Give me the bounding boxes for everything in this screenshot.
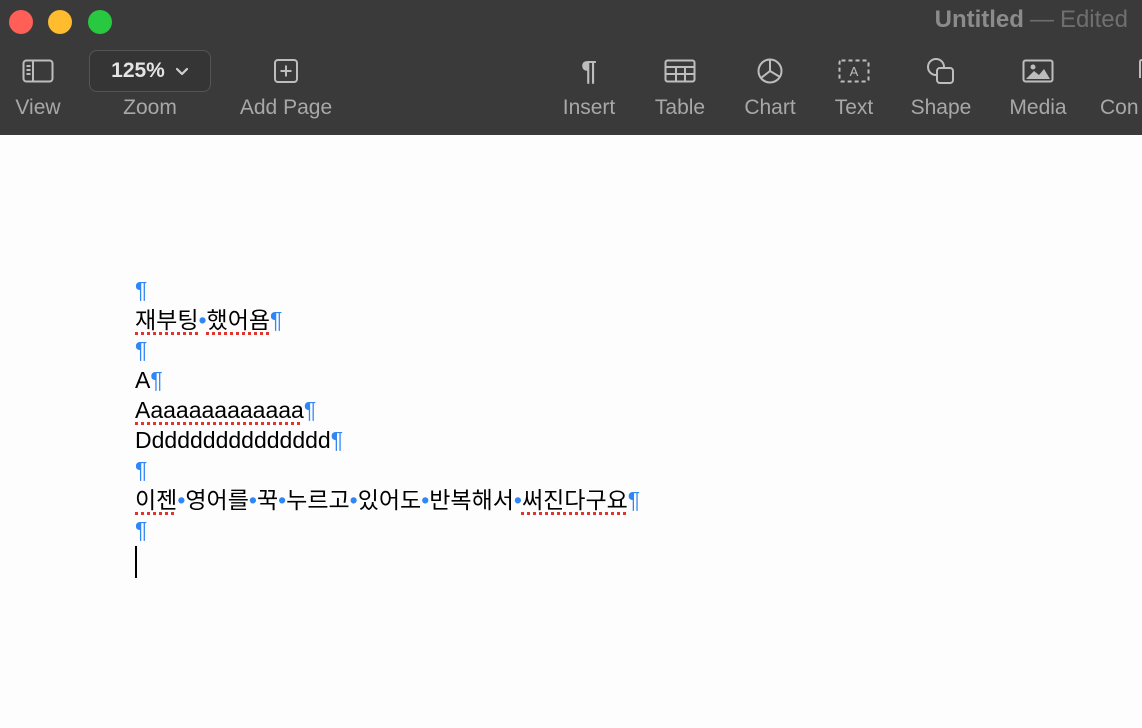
chart-label: Chart <box>744 96 796 119</box>
minimize-window-button[interactable] <box>48 10 72 34</box>
pilcrow-mark: ¶ <box>135 517 148 543</box>
sidebar-icon <box>22 50 54 92</box>
pilcrow-mark: ¶ <box>270 307 283 333</box>
paragraph[interactable]: 재부팅•했어욤¶ <box>135 305 640 335</box>
photo-icon <box>1022 50 1054 92</box>
pie-chart-icon <box>756 50 784 92</box>
space-marker: • <box>198 307 207 333</box>
document-body[interactable]: ¶ 재부팅•했어욤¶ ¶ A¶ Aaaaaaaaaaaaa¶ Ddddddddd… <box>135 275 640 581</box>
window-toolbar: Untitled — Edited View 125% Zoom Add Page … <box>0 0 1142 135</box>
plus-square-icon <box>273 50 299 92</box>
word: 반복해서 <box>429 487 514 513</box>
comment-button[interactable]: Con <box>1100 50 1142 130</box>
zoom-label: Zoom <box>123 96 177 119</box>
zoom-control[interactable]: 125% Zoom <box>89 50 211 130</box>
pilcrow-mark: ¶ <box>135 457 148 483</box>
insert-button[interactable]: ¶ Insert <box>554 50 624 130</box>
misspelled-word: Aaaaaaaaaaaaa <box>135 397 304 423</box>
shape-label: Shape <box>910 96 972 119</box>
space-marker: • <box>248 487 257 513</box>
word: 누르고 <box>286 487 350 513</box>
pilcrow-icon: ¶ <box>581 55 597 86</box>
paragraph-text: A <box>135 367 151 393</box>
misspelled-word: 했어욤 <box>206 307 271 333</box>
pilcrow-mark: ¶ <box>330 427 344 453</box>
word: 있어도 <box>357 487 422 513</box>
paragraph-empty[interactable]: ¶ <box>135 335 640 365</box>
insert-label: Insert <box>562 96 616 119</box>
space-marker: • <box>278 487 287 513</box>
zoom-select[interactable]: 125% <box>89 50 211 92</box>
document-name: Untitled <box>934 6 1024 33</box>
table-icon <box>664 50 696 92</box>
space-marker: • <box>513 487 522 513</box>
paragraph[interactable]: A¶ <box>135 365 640 395</box>
pilcrow-mark: ¶ <box>627 487 641 513</box>
comment-label: Con <box>1100 96 1139 119</box>
close-window-button[interactable] <box>9 10 33 34</box>
paragraph-empty[interactable]: ¶ <box>135 455 640 485</box>
pilcrow-mark: ¶ <box>303 397 317 423</box>
text-caret <box>135 545 137 578</box>
title-separator: — <box>1029 6 1054 33</box>
paragraph-current[interactable] <box>135 545 640 581</box>
view-label: View <box>15 96 61 119</box>
misspelled-word: 써진다구요 <box>521 487 628 513</box>
word: 꾹 <box>256 487 279 513</box>
document-status: Edited <box>1059 6 1128 33</box>
misspelled-word: 이젠 <box>135 487 178 513</box>
media-label: Media <box>1009 96 1067 119</box>
space-marker: • <box>349 487 358 513</box>
add-page-label: Add Page <box>239 96 333 119</box>
text-label: Text <box>834 96 874 119</box>
add-page-button[interactable]: Add Page <box>232 50 340 130</box>
shape-icon <box>926 50 956 92</box>
paragraph[interactable]: Ddddddddddddddd¶ <box>135 425 640 455</box>
document-canvas[interactable]: ¶ 재부팅•했어욤¶ ¶ A¶ Aaaaaaaaaaaaa¶ Ddddddddd… <box>0 135 1142 728</box>
text-box-icon: A <box>838 50 870 92</box>
misspelled-word: 재부팅 <box>135 307 199 333</box>
chevron-down-icon <box>175 59 189 83</box>
paragraph-text: Ddddddddddddddd <box>135 427 331 453</box>
chart-button[interactable]: Chart <box>736 50 804 130</box>
pilcrow-mark: ¶ <box>135 277 148 303</box>
word: 영어를 <box>185 487 249 513</box>
shape-button[interactable]: Shape <box>904 50 978 130</box>
svg-text:A: A <box>850 64 859 79</box>
text-button[interactable]: A Text <box>826 50 882 130</box>
table-label: Table <box>654 96 706 119</box>
zoom-value: 125% <box>111 59 165 82</box>
paragraph-empty[interactable]: ¶ <box>135 275 640 305</box>
paragraph-empty[interactable]: ¶ <box>135 515 640 545</box>
maximize-window-button[interactable] <box>88 10 112 34</box>
pilcrow-mark: ¶ <box>150 367 163 393</box>
comment-icon <box>1100 50 1142 92</box>
view-button[interactable]: View <box>6 50 70 130</box>
paragraph[interactable]: Aaaaaaaaaaaaa¶ <box>135 395 640 425</box>
table-button[interactable]: Table <box>648 50 712 130</box>
window-title: Untitled — Edited <box>935 6 1128 34</box>
media-button[interactable]: Media <box>1002 50 1074 130</box>
pilcrow-mark: ¶ <box>135 337 148 363</box>
paragraph[interactable]: 이젠•영어를•꾹•누르고•있어도•반복해서•써진다구요¶ <box>135 485 640 515</box>
